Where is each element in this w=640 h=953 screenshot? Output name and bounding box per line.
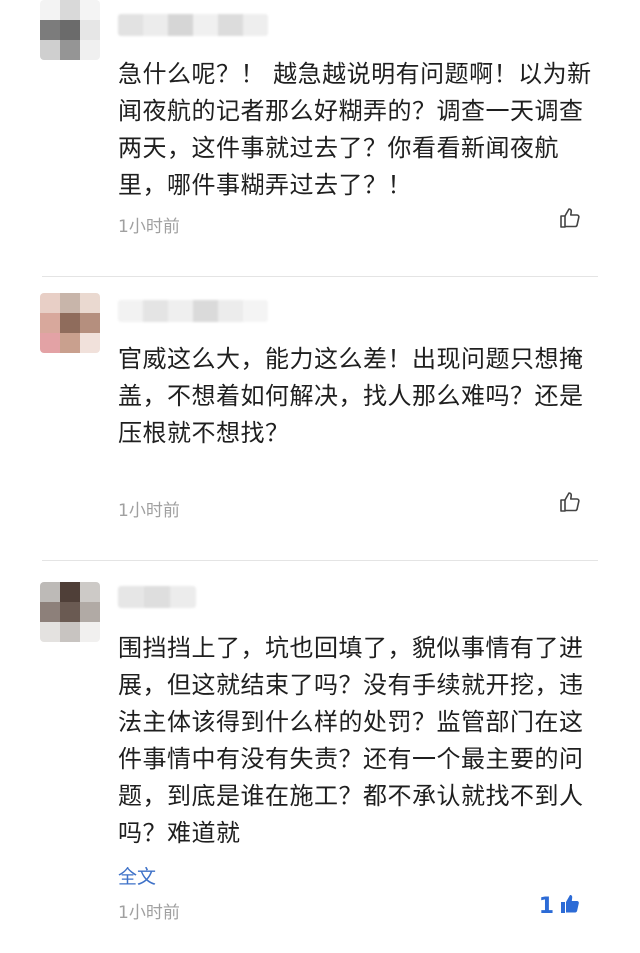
- username-blur-block: [144, 586, 170, 608]
- username-blur-block: [243, 14, 268, 36]
- thumbs-up-icon: [558, 206, 582, 234]
- like-count: 1: [538, 893, 554, 919]
- comment-text: 围挡挡上了，坑也回填了，貌似事情有了进展，但这就结束了吗？没有手续就开挖，违法主…: [118, 634, 584, 847]
- avatar-pixel: [40, 0, 60, 20]
- avatar-pixel: [80, 40, 100, 60]
- avatar-pixel: [40, 622, 60, 642]
- avatar-pixel: [40, 313, 60, 333]
- avatar-pixel: [60, 313, 80, 333]
- avatar-pixel: [80, 602, 100, 622]
- comment-text: 官威这么大，能力这么差！出现问题只想掩盖，不想着如何解决，找人那么难吗？还是压根…: [118, 345, 584, 447]
- avatar-pixel: [40, 40, 60, 60]
- full-text-link[interactable]: 全文: [118, 862, 156, 889]
- username-blur-block: [218, 300, 243, 322]
- comment-time: 1小时前: [118, 903, 180, 923]
- username-blur-block: [193, 300, 218, 322]
- thumbs-up-icon: [558, 490, 582, 518]
- comment-time: 1小时前: [118, 217, 180, 237]
- username-blur-block: [218, 14, 243, 36]
- avatar-pixel: [40, 333, 60, 353]
- like-button[interactable]: [558, 206, 582, 234]
- username-blur-block: [118, 586, 144, 608]
- username-blur-block: [168, 14, 193, 36]
- avatar-pixel: [80, 293, 100, 313]
- avatar-pixel: [60, 0, 80, 20]
- avatar-pixel: [40, 582, 60, 602]
- divider: [42, 276, 598, 277]
- avatar-pixel: [60, 582, 80, 602]
- comment-text: 急什么呢？！ 越急越说明有问题啊！以为新闻夜航的记者那么好糊弄的？调查一天调查两…: [118, 60, 592, 199]
- avatar-pixel: [60, 20, 80, 40]
- username-blur-block: [243, 300, 268, 322]
- avatar[interactable]: [40, 0, 100, 60]
- username-blurred[interactable]: [118, 586, 196, 608]
- avatar-pixel: [40, 293, 60, 313]
- username-blur-block: [170, 586, 196, 608]
- avatar-pixel: [60, 333, 80, 353]
- username-blurred[interactable]: [118, 14, 268, 36]
- divider: [42, 560, 598, 561]
- username-blur-block: [143, 300, 168, 322]
- username-blurred[interactable]: [118, 300, 268, 322]
- avatar-pixel: [80, 20, 100, 40]
- avatar-pixel: [60, 622, 80, 642]
- like-button[interactable]: [558, 490, 582, 518]
- username-blur-block: [143, 14, 168, 36]
- avatar-pixel: [80, 333, 100, 353]
- username-blur-block: [168, 300, 193, 322]
- username-blur-block: [193, 14, 218, 36]
- avatar[interactable]: [40, 293, 100, 353]
- avatar-pixel: [40, 20, 60, 40]
- thumbs-up-filled-icon: [558, 892, 582, 920]
- avatar[interactable]: [40, 582, 100, 642]
- avatar-pixel: [40, 602, 60, 622]
- username-blur-block: [118, 14, 143, 36]
- avatar-pixel: [80, 0, 100, 20]
- avatar-pixel: [80, 313, 100, 333]
- comment-time: 1小时前: [118, 501, 180, 521]
- avatar-pixel: [80, 582, 100, 602]
- avatar-pixel: [60, 293, 80, 313]
- avatar-pixel: [60, 40, 80, 60]
- like-button[interactable]: 1: [539, 892, 582, 920]
- avatar-pixel: [80, 622, 100, 642]
- username-blur-block: [118, 300, 143, 322]
- avatar-pixel: [60, 602, 80, 622]
